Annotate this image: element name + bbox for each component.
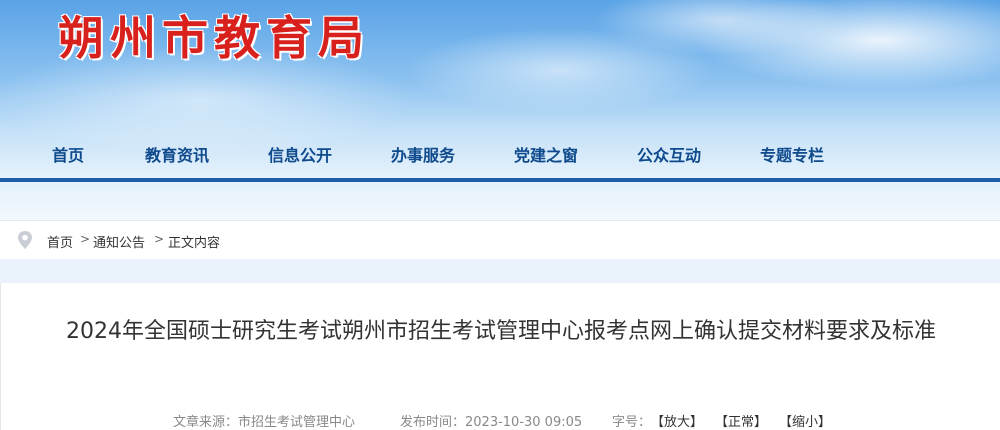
font-shrink-button[interactable]: 【缩小】 [779, 411, 831, 430]
article-container: 2024年全国硕士研究生考试朔州市招生考试管理中心报考点网上确认提交材料要求及标… [0, 283, 1000, 430]
nav-item-education-news[interactable]: 教育资讯 [145, 142, 209, 166]
main-nav: 首页 教育资讯 信息公开 办事服务 党建之窗 公众互动 专题专栏 [0, 126, 1000, 178]
font-size-label: 字号： [612, 415, 652, 430]
article-publish-time: 发布时间：2023-10-30 09:05 [400, 415, 583, 430]
article-source: 文章来源：市招生考试管理中心 [173, 415, 356, 430]
breadcrumb-notices[interactable]: 通知公告 [93, 232, 145, 251]
header-gap [0, 182, 1000, 220]
font-normal-button[interactable]: 【正常】 [715, 411, 767, 430]
breadcrumb: 首页 > 通知公告 > 正文内容 [0, 220, 1000, 260]
breadcrumb-current: 正文内容 [168, 236, 221, 251]
site-title: 朔州市教育局 [58, 11, 370, 65]
nav-item-party-building[interactable]: 党建之窗 [514, 142, 578, 166]
font-enlarge-button[interactable]: 【放大】 [651, 411, 703, 430]
nav-item-services[interactable]: 办事服务 [391, 142, 455, 166]
location-pin-icon [16, 230, 34, 250]
article-title: 2024年全国硕士研究生考试朔州市招生考试管理中心报考点网上确认提交材料要求及标… [66, 319, 936, 344]
nav-item-home[interactable]: 首页 [52, 142, 84, 166]
nav-item-public-interaction[interactable]: 公众互动 [637, 142, 701, 166]
breadcrumb-home[interactable]: 首页 [47, 232, 73, 251]
content-top-band [0, 259, 1000, 283]
nav-item-special-topics[interactable]: 专题专栏 [760, 142, 824, 166]
nav-item-info-disclosure[interactable]: 信息公开 [268, 142, 332, 166]
breadcrumb-separator: > [80, 232, 91, 246]
breadcrumb-separator: > [154, 232, 165, 246]
